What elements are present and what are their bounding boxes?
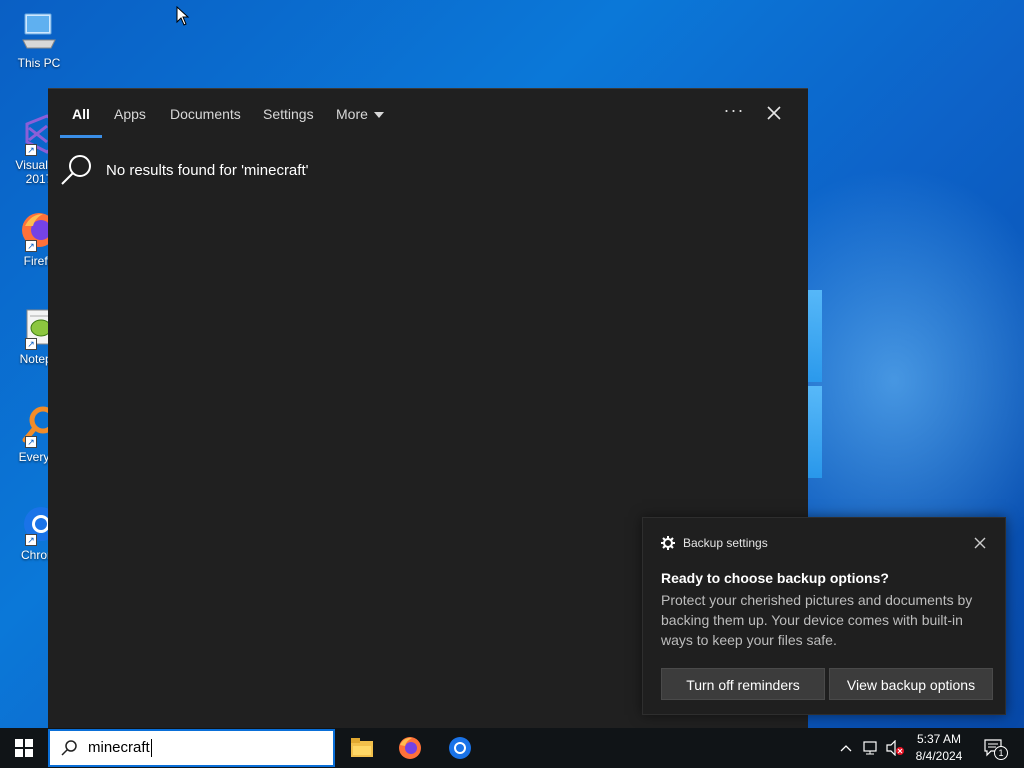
action-center-button[interactable]: 1 [980, 728, 1008, 768]
shortcut-arrow-icon: ↗ [25, 240, 37, 252]
toast-app-name: Backup settings [683, 536, 768, 550]
desktop-icon-this-pc[interactable]: This PC [4, 10, 74, 70]
tab-more-label: More [336, 106, 368, 122]
clock-date: 8/4/2024 [915, 749, 963, 763]
gear-icon [661, 536, 675, 550]
tab-all[interactable]: All [72, 106, 90, 122]
this-pc-icon [17, 10, 61, 54]
close-icon [974, 537, 986, 549]
volume-button[interactable] [884, 728, 906, 768]
taskbar-search-box[interactable]: minecraft [48, 729, 335, 767]
tab-apps[interactable]: Apps [114, 106, 146, 122]
close-button[interactable] [762, 101, 786, 125]
start-button[interactable] [0, 728, 48, 768]
clock-time: 5:37 AM [916, 732, 962, 746]
toast-body: Protect your cherished pictures and docu… [661, 592, 973, 648]
mouse-cursor [176, 5, 190, 31]
tab-settings[interactable]: Settings [263, 106, 314, 122]
firefox-icon [399, 737, 421, 759]
desktop-icon-label: This PC [17, 56, 61, 70]
search-input[interactable]: minecraft [88, 738, 152, 758]
close-icon [767, 106, 781, 120]
taskbar-clock[interactable]: 5:37 AM 8/4/2024 [904, 731, 974, 765]
tab-documents[interactable]: Documents [170, 106, 241, 122]
notification-count-badge: 1 [994, 746, 1008, 760]
volume-muted-icon [886, 740, 904, 756]
shortcut-arrow-icon: ↗ [25, 436, 37, 448]
toast-close-button[interactable] [973, 536, 987, 550]
chevron-down-icon [373, 112, 384, 119]
search-icon [61, 740, 77, 756]
backup-notification-toast[interactable]: Backup settings Ready to choose backup o… [642, 517, 1006, 715]
chevron-up-icon [840, 745, 852, 752]
no-results-message: No results found for 'minecraft' [60, 153, 308, 187]
show-hidden-icons-button[interactable] [836, 728, 856, 768]
wallpaper-logo-pane [808, 386, 822, 478]
active-tab-indicator [60, 135, 102, 138]
turn-off-reminders-button[interactable]: Turn off reminders [661, 668, 825, 700]
network-icon [863, 741, 877, 755]
search-input-value: minecraft [88, 738, 150, 756]
wallpaper-logo-pane [808, 290, 822, 382]
shortcut-arrow-icon: ↗ [25, 144, 37, 156]
text-caret [150, 739, 152, 758]
network-status-button[interactable] [860, 728, 882, 768]
view-backup-options-button[interactable]: View backup options [829, 668, 993, 700]
toast-title: Ready to choose backup options? [661, 570, 889, 586]
taskbar-firefox[interactable] [386, 728, 434, 768]
search-tabs: All Apps Documents Settings More ··· [48, 89, 808, 139]
shortcut-arrow-icon: ↗ [25, 534, 37, 546]
windows-logo-icon [15, 739, 33, 757]
search-icon [61, 155, 91, 185]
chrome-icon [449, 737, 471, 759]
taskbar: minecraft 5:37 AM 8/4/2024 1 [0, 728, 1024, 768]
taskbar-file-explorer[interactable] [338, 728, 386, 768]
more-options-button[interactable]: ··· [722, 101, 746, 125]
tab-more[interactable]: More [336, 106, 384, 122]
taskbar-chrome[interactable] [436, 728, 484, 768]
toast-header: Backup settings [661, 536, 768, 550]
no-results-text: No results found for 'minecraft' [106, 161, 309, 179]
cursor-arrow-icon [176, 5, 190, 26]
shortcut-arrow-icon: ↗ [25, 338, 37, 350]
folder-icon [351, 738, 373, 757]
